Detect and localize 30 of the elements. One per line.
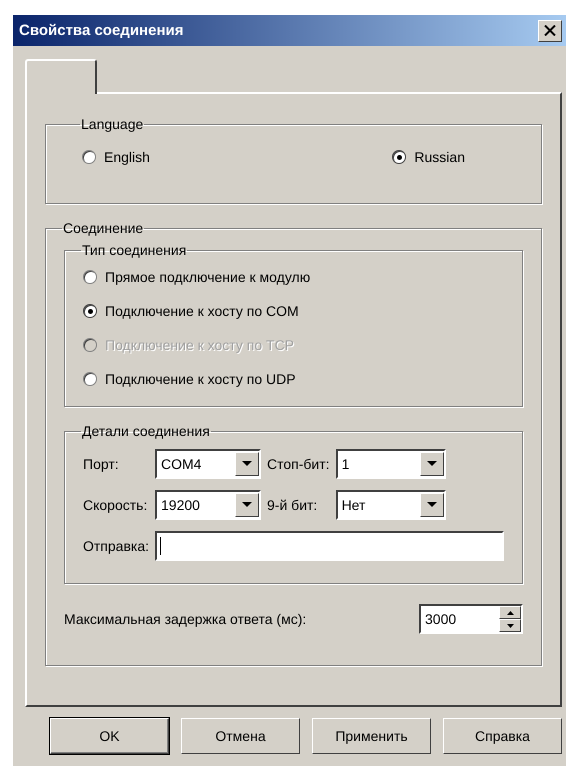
field-label: 9-й бит: — [267, 497, 318, 513]
window-title: Свойства соединения — [19, 22, 184, 39]
group-title: Соединение — [62, 220, 144, 236]
dialog-button[interactable]: Отмена — [181, 718, 300, 754]
dropdown[interactable]: COM4 — [155, 449, 262, 479]
dialog-button[interactable]: OK — [50, 718, 169, 754]
group-title: Language — [80, 116, 144, 132]
field-label: Максимальная задержка ответа (мс): — [64, 611, 306, 627]
close-icon — [544, 25, 556, 36]
radio-button[interactable]: English — [82, 142, 150, 172]
spin-box[interactable]: 3000 — [419, 604, 523, 634]
spinner-arrows-icon — [499, 606, 521, 632]
dropdown[interactable]: Нет — [336, 490, 446, 520]
dropdown[interactable]: 1 — [336, 449, 446, 479]
group-title: Тип соединения — [81, 242, 188, 258]
field-label: Скорость: — [83, 497, 148, 513]
radio-button[interactable]: Прямое подключение к модулю — [83, 260, 502, 294]
field-label: Отправка: — [83, 538, 150, 554]
dialog-button[interactable]: Справка — [443, 718, 562, 754]
group-title: Детали соединения — [81, 423, 211, 439]
radio-button[interactable]: Подключение к хосту по COM — [83, 294, 502, 328]
tab[interactable] — [25, 59, 97, 94]
field-label: Стоп-бит: — [267, 456, 330, 472]
radio-button[interactable]: Russian — [392, 142, 465, 172]
dropdown[interactable]: 19200 — [155, 490, 262, 520]
close-button[interactable] — [538, 20, 562, 42]
field-label: Порт: — [83, 456, 120, 472]
input-field[interactable] — [155, 531, 504, 561]
radio-button[interactable]: Подключение к хосту по UDP — [83, 362, 502, 396]
dialog-button[interactable]: Применить — [312, 718, 431, 754]
